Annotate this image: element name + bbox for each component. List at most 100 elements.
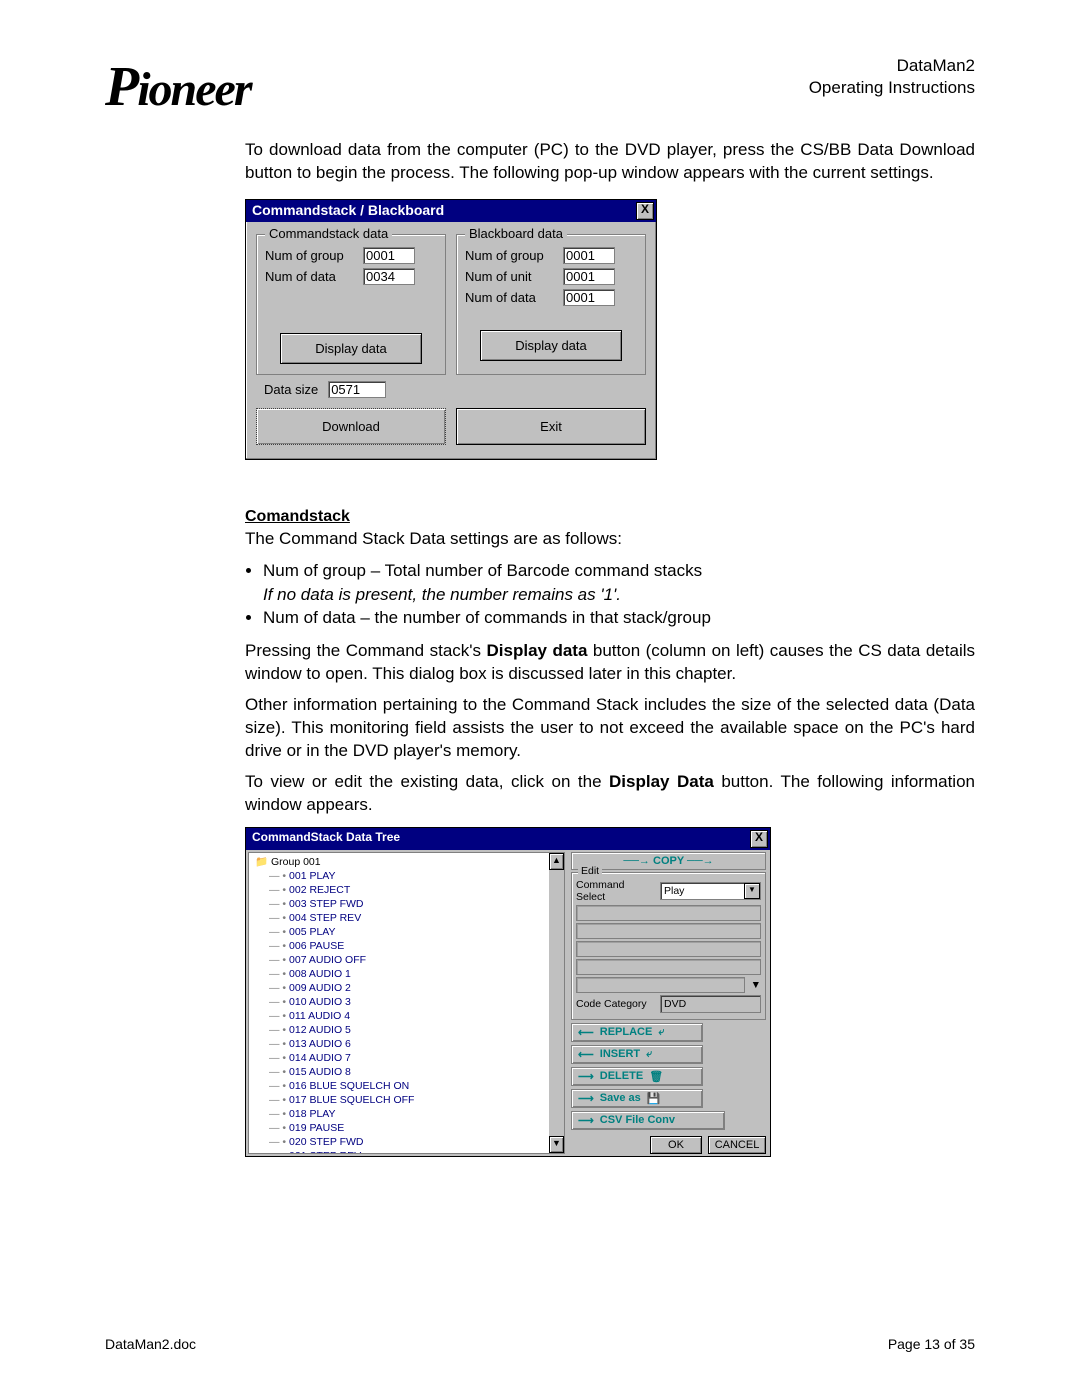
- tree-node[interactable]: 017 BLUE SQUELCH OFF: [255, 1093, 549, 1107]
- edit-field[interactable]: [576, 905, 761, 921]
- arrow-left-icon: ⟵: [578, 1026, 594, 1039]
- tree-node[interactable]: 015 AUDIO 8: [255, 1065, 549, 1079]
- arrow-right-icon: ⟶: [578, 1092, 594, 1105]
- cs-legend: Commandstack data: [265, 226, 392, 241]
- cs-display-data-button[interactable]: Display data: [280, 333, 422, 364]
- bb-num-unit-value[interactable]: 0001: [563, 268, 615, 285]
- chevron-down-icon[interactable]: ▼: [751, 979, 761, 991]
- page-header: PPioneerioneer DataMan2 Operating Instru…: [105, 55, 975, 119]
- tree-view[interactable]: 📁 Group 001001 PLAY002 REJECT003 STEP FW…: [249, 853, 549, 1153]
- tree-node[interactable]: 005 PLAY: [255, 925, 549, 939]
- commandstack-group: Commandstack data Num of group0001 Num o…: [256, 234, 446, 375]
- list-item: Num of group – Total number of Barcode c…: [263, 559, 975, 607]
- dialog2-titlebar[interactable]: CommandStack Data Tree X: [246, 828, 770, 850]
- trash-icon: 🗑: [649, 1070, 663, 1083]
- content-column: To download data from the computer (PC) …: [245, 139, 975, 1157]
- tree-node[interactable]: 001 PLAY: [255, 869, 549, 883]
- cs-num-data-label: Num of data: [265, 269, 357, 284]
- tree-node[interactable]: 010 AUDIO 3: [255, 995, 549, 1009]
- commandstack-heading: Comandstack: [245, 508, 350, 526]
- display-data-paragraph: Pressing the Command stack's Display dat…: [245, 640, 975, 686]
- tree-node[interactable]: 011 AUDIO 4: [255, 1009, 549, 1023]
- tree-node[interactable]: 021 STEP REV: [255, 1149, 549, 1153]
- doc-name: DataMan2: [809, 55, 975, 77]
- bb-num-data-value[interactable]: 0001: [563, 289, 615, 306]
- scroll-up-icon[interactable]: ▲: [549, 853, 564, 870]
- bb-num-unit-label: Num of unit: [465, 269, 557, 284]
- view-edit-paragraph: To view or edit the existing data, click…: [245, 771, 975, 817]
- disk-icon: 💾: [647, 1092, 661, 1105]
- replace-button[interactable]: ⟵REPLACE⤶: [571, 1023, 703, 1042]
- data-size-value[interactable]: 0571: [328, 381, 386, 398]
- tree-node[interactable]: 008 AUDIO 1: [255, 967, 549, 981]
- cs-num-group-label: Num of group: [265, 248, 357, 263]
- list-item: Num of data – the number of commands in …: [263, 606, 975, 630]
- cancel-button[interactable]: CANCEL: [708, 1136, 766, 1154]
- tree-node[interactable]: 009 AUDIO 2: [255, 981, 549, 995]
- csv-file-conv-button[interactable]: ⟶CSV File Conv: [571, 1111, 725, 1130]
- tree-node[interactable]: 018 PLAY: [255, 1107, 549, 1121]
- tree-node[interactable]: 013 AUDIO 6: [255, 1037, 549, 1051]
- commandstack-data-tree-dialog: CommandStack Data Tree X 📁 Group 001001 …: [245, 827, 771, 1157]
- dialog1-titlebar[interactable]: Commandstack / Blackboard X: [246, 200, 656, 222]
- close-icon[interactable]: X: [636, 202, 654, 220]
- delete-button[interactable]: ⟶DELETE🗑: [571, 1067, 703, 1086]
- tree-node[interactable]: 003 STEP FWD: [255, 897, 549, 911]
- edit-field[interactable]: [576, 941, 761, 957]
- tree-node[interactable]: 019 PAUSE: [255, 1121, 549, 1135]
- vertical-scrollbar[interactable]: ▲ ▼: [549, 853, 564, 1153]
- tree-root[interactable]: 📁 Group 001: [255, 855, 549, 869]
- data-size-label: Data size: [264, 382, 318, 397]
- tree-node[interactable]: 004 STEP REV: [255, 911, 549, 925]
- tree-node[interactable]: 002 REJECT: [255, 883, 549, 897]
- scroll-down-icon[interactable]: ▼: [549, 1136, 564, 1153]
- arrow-right-icon: ⟶: [578, 1070, 594, 1083]
- edit-legend: Edit: [578, 865, 602, 877]
- commandstack-blackboard-dialog: Commandstack / Blackboard X Commandstack…: [245, 199, 657, 460]
- bb-num-group-label: Num of group: [465, 248, 557, 263]
- exit-button[interactable]: Exit: [456, 408, 646, 445]
- code-category-label: Code Category: [576, 998, 656, 1010]
- cs-num-group-value[interactable]: 0001: [363, 247, 415, 264]
- close-icon[interactable]: X: [750, 830, 768, 848]
- edit-field[interactable]: [576, 959, 761, 975]
- arrow-right-icon: ⟶: [578, 1114, 594, 1127]
- page-footer: DataMan2.doc Page 13 of 35: [105, 1336, 975, 1352]
- tree-pane: 📁 Group 001001 PLAY002 REJECT003 STEP FW…: [248, 852, 565, 1154]
- edit-field[interactable]: [576, 977, 745, 993]
- bb-num-group-value[interactable]: 0001: [563, 247, 615, 264]
- download-button[interactable]: Download: [256, 408, 446, 445]
- edit-field[interactable]: [576, 923, 761, 939]
- command-select-combo[interactable]: Play▼: [660, 882, 761, 900]
- ok-button[interactable]: OK: [650, 1136, 702, 1154]
- edit-group: Edit Command Select Play▼ ▼ Code Categor…: [571, 872, 766, 1020]
- bb-display-data-button[interactable]: Display data: [480, 330, 622, 361]
- brand-logo: PPioneerioneer: [105, 55, 251, 119]
- cs-settings-intro: The Command Stack Data settings are as f…: [245, 528, 975, 551]
- dialog2-title: CommandStack Data Tree: [252, 830, 400, 848]
- bb-legend: Blackboard data: [465, 226, 567, 241]
- footer-page-number: Page 13 of 35: [888, 1336, 975, 1352]
- right-panel: ──→ COPY ──→ Edit Command Select Play▼ ▼…: [567, 850, 770, 1156]
- cs-settings-list: Num of group – Total number of Barcode c…: [263, 559, 975, 630]
- save-as-button[interactable]: ⟶Save as💾: [571, 1089, 703, 1108]
- tree-node[interactable]: 012 AUDIO 5: [255, 1023, 549, 1037]
- dialog1-title: Commandstack / Blackboard: [252, 202, 444, 220]
- code-category-combo[interactable]: DVD: [660, 995, 761, 1013]
- tree-node[interactable]: 006 PAUSE: [255, 939, 549, 953]
- tree-node[interactable]: 016 BLUE SQUELCH ON: [255, 1079, 549, 1093]
- intro-paragraph: To download data from the computer (PC) …: [245, 139, 975, 185]
- footer-filename: DataMan2.doc: [105, 1336, 196, 1352]
- cs-num-data-value[interactable]: 0034: [363, 268, 415, 285]
- return-icon: ⤶: [658, 1026, 664, 1039]
- doc-meta: DataMan2 Operating Instructions: [809, 55, 975, 99]
- insert-button[interactable]: ⟵INSERT⤶: [571, 1045, 703, 1064]
- tree-node[interactable]: 007 AUDIO OFF: [255, 953, 549, 967]
- bb-num-data-label: Num of data: [465, 290, 557, 305]
- arrow-left-icon: ⟵: [578, 1048, 594, 1061]
- return-icon: ⤶: [646, 1048, 652, 1061]
- tree-node[interactable]: 020 STEP FWD: [255, 1135, 549, 1149]
- blackboard-group: Blackboard data Num of group0001 Num of …: [456, 234, 646, 375]
- chevron-down-icon[interactable]: ▼: [744, 883, 760, 899]
- tree-node[interactable]: 014 AUDIO 7: [255, 1051, 549, 1065]
